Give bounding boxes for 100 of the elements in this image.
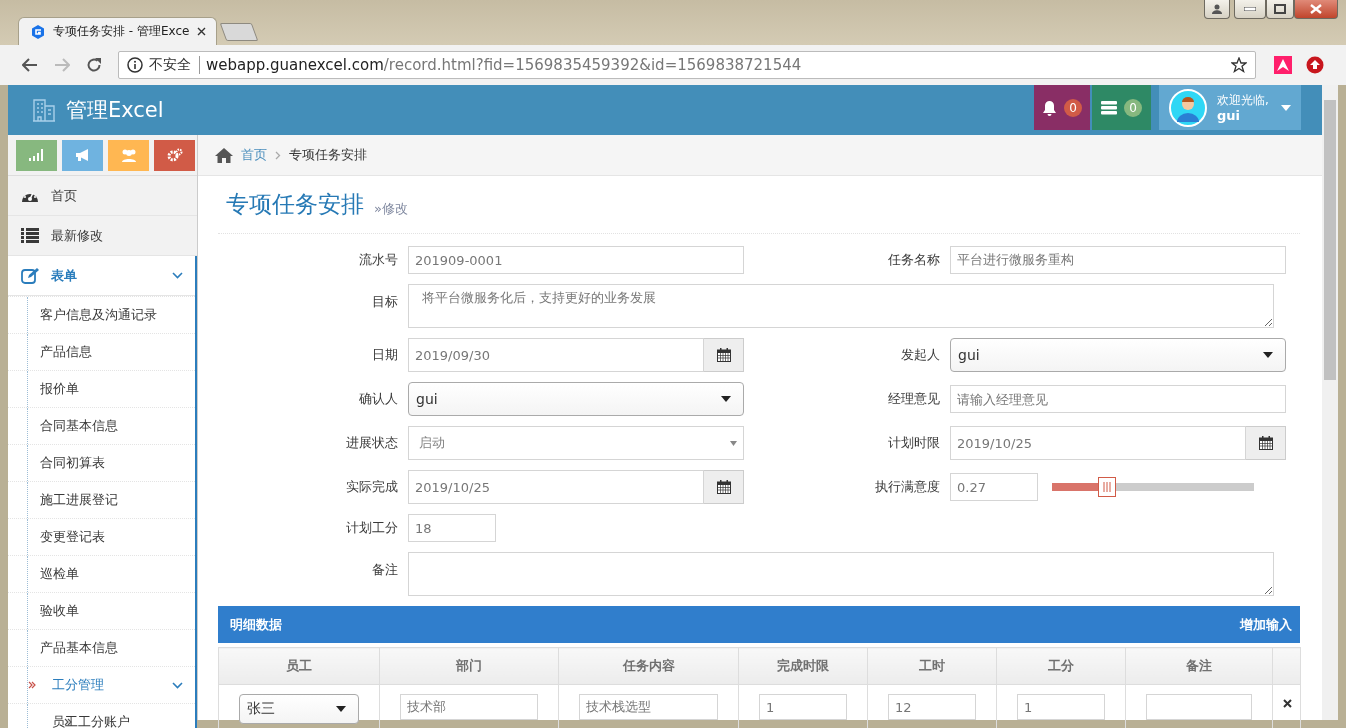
sidebar-item[interactable]: 员工工分账户	[8, 703, 195, 728]
calendar-button[interactable]	[1246, 426, 1286, 460]
notifications-button[interactable]: 0	[1034, 85, 1090, 130]
column-header: 任务内容	[558, 647, 739, 685]
person-icon	[1212, 4, 1222, 14]
text-field[interactable]: 12	[888, 694, 976, 720]
field-label: 备注	[371, 561, 399, 579]
text-field[interactable]: 技术栈选型	[579, 694, 718, 720]
user-menu[interactable]: 欢迎光临, gui	[1159, 85, 1301, 130]
avatar-icon	[1169, 88, 1207, 127]
sidebar-item[interactable]: 产品信息	[8, 333, 195, 370]
caret-icon	[1281, 104, 1291, 111]
signal-icon	[28, 149, 45, 161]
text-field[interactable]	[1146, 694, 1252, 720]
text-field[interactable]: 技术部	[400, 694, 538, 720]
date-field[interactable]: 2019/10/25	[950, 426, 1246, 460]
select-field[interactable]: gui	[950, 338, 1286, 372]
minimize-button[interactable]	[1234, 0, 1266, 19]
double-chevron-icon	[64, 718, 72, 726]
maximize-button[interactable]	[1266, 0, 1294, 19]
chevron-icon	[172, 681, 183, 689]
breadcrumb-link[interactable]: 首页	[241, 146, 267, 164]
field-label: 经理意见	[887, 390, 941, 408]
double-chevron-icon	[28, 681, 36, 689]
sidebar-item[interactable]: 客户信息及沟通记录	[8, 296, 195, 333]
text-field[interactable]: 1	[759, 694, 847, 720]
field-label: 进展状态	[345, 434, 399, 452]
text-field[interactable]: 201909-0001	[408, 246, 744, 274]
app-title: 管理Excel	[66, 97, 164, 124]
text-field[interactable]: 平台进行微服务重构	[950, 246, 1286, 274]
grip-icon	[1102, 482, 1111, 492]
gears-icon	[166, 148, 183, 162]
field-label: 计划工分	[345, 519, 399, 537]
sidebar-item[interactable]: 验收单	[8, 592, 195, 629]
field-label: 确认人	[358, 390, 399, 408]
back-arrow-icon	[22, 58, 38, 72]
sidebar-item[interactable]: 首页	[8, 176, 197, 216]
calendar-button[interactable]	[704, 338, 744, 372]
select-field[interactable]: 张三	[239, 694, 359, 724]
number-field[interactable]: 0.27	[950, 473, 1038, 501]
sidebar-item[interactable]: 合同基本信息	[8, 407, 195, 444]
profile-button[interactable]	[1204, 0, 1230, 19]
sidebar-item[interactable]: 变更登记表	[8, 518, 195, 555]
sidebar-item[interactable]: 巡检单	[8, 555, 195, 592]
bullhorn-icon	[74, 148, 91, 162]
number-field[interactable]: 18	[408, 514, 496, 542]
date-field[interactable]: 2019/10/25	[408, 470, 704, 504]
maximize-icon	[1274, 4, 1286, 14]
sidebar-item[interactable]: 产品基本信息	[8, 629, 195, 666]
caret-icon	[1263, 352, 1273, 358]
panel-title: 明细数据	[230, 615, 282, 634]
close-button[interactable]	[1294, 0, 1338, 19]
forward-arrow-icon	[54, 58, 70, 72]
chevron-icon	[172, 272, 183, 279]
browser-tab[interactable]: 专项任务安排 - 管理Exce	[18, 17, 218, 45]
page-title: 专项任务安排	[226, 190, 364, 219]
extension-icon[interactable]	[1274, 56, 1292, 74]
shortcut-button[interactable]	[154, 139, 195, 171]
caret-icon	[721, 396, 731, 402]
slider[interactable]	[1052, 476, 1254, 498]
column-header: 备注	[1125, 647, 1273, 685]
close-icon[interactable]	[197, 27, 207, 36]
url-text: webapp.guanexcel.com/record.html?fid=1569835459392&id=1569838721544	[206, 56, 803, 74]
notification-count: 0	[1064, 98, 1082, 117]
reload-icon	[86, 57, 102, 73]
text-field[interactable]: 请输入经理意见	[950, 385, 1286, 413]
calendar-icon	[1258, 436, 1273, 450]
upload-icon[interactable]	[1306, 56, 1324, 74]
page-subtitle: »修改	[374, 199, 408, 218]
date-field[interactable]: 2019/09/30	[408, 338, 704, 372]
text-field[interactable]: 1	[1017, 694, 1105, 720]
field-label: 任务名称	[887, 251, 941, 269]
list-icon	[21, 228, 39, 243]
sidebar-item[interactable]: 工分管理	[8, 666, 195, 703]
breadcrumb-current: 专项任务安排	[289, 146, 367, 164]
add-input-link[interactable]: 增加输入	[1240, 615, 1292, 634]
building-icon	[32, 98, 56, 122]
chevron-right-icon	[275, 150, 281, 160]
delete-icon[interactable]	[1283, 699, 1292, 708]
text-area[interactable]: 将平台微服务化后，支持更好的业务发展	[408, 284, 1274, 328]
select-field[interactable]: gui	[408, 382, 744, 416]
scrollbar[interactable]	[1322, 85, 1338, 720]
address-bar[interactable]: 不安全 webapp.guanexcel.com/record.html?fid=1569835459392&id=1569838721544	[118, 51, 1256, 79]
users-icon	[119, 148, 138, 162]
calendar-button[interactable]	[704, 470, 744, 504]
sidebar-item[interactable]: 报价单	[8, 370, 195, 407]
edit-icon	[21, 267, 39, 284]
field-label: 实际完成	[345, 478, 399, 496]
caret-icon	[336, 706, 346, 712]
field-label: 执行满意度	[874, 478, 941, 496]
slider-handle[interactable]	[1097, 477, 1116, 497]
sidebar-item[interactable]: 合同初算表	[8, 444, 195, 481]
scrollbar-thumb[interactable]	[1324, 100, 1336, 380]
select-field[interactable]: 启动	[408, 426, 744, 460]
sidebar-item[interactable]: 施工进展登记	[8, 481, 195, 518]
home-icon	[215, 147, 233, 163]
star-icon[interactable]	[1231, 57, 1247, 73]
info-icon	[127, 57, 143, 73]
column-header: 完成时限	[738, 647, 868, 685]
tasks-icon	[1101, 100, 1117, 115]
